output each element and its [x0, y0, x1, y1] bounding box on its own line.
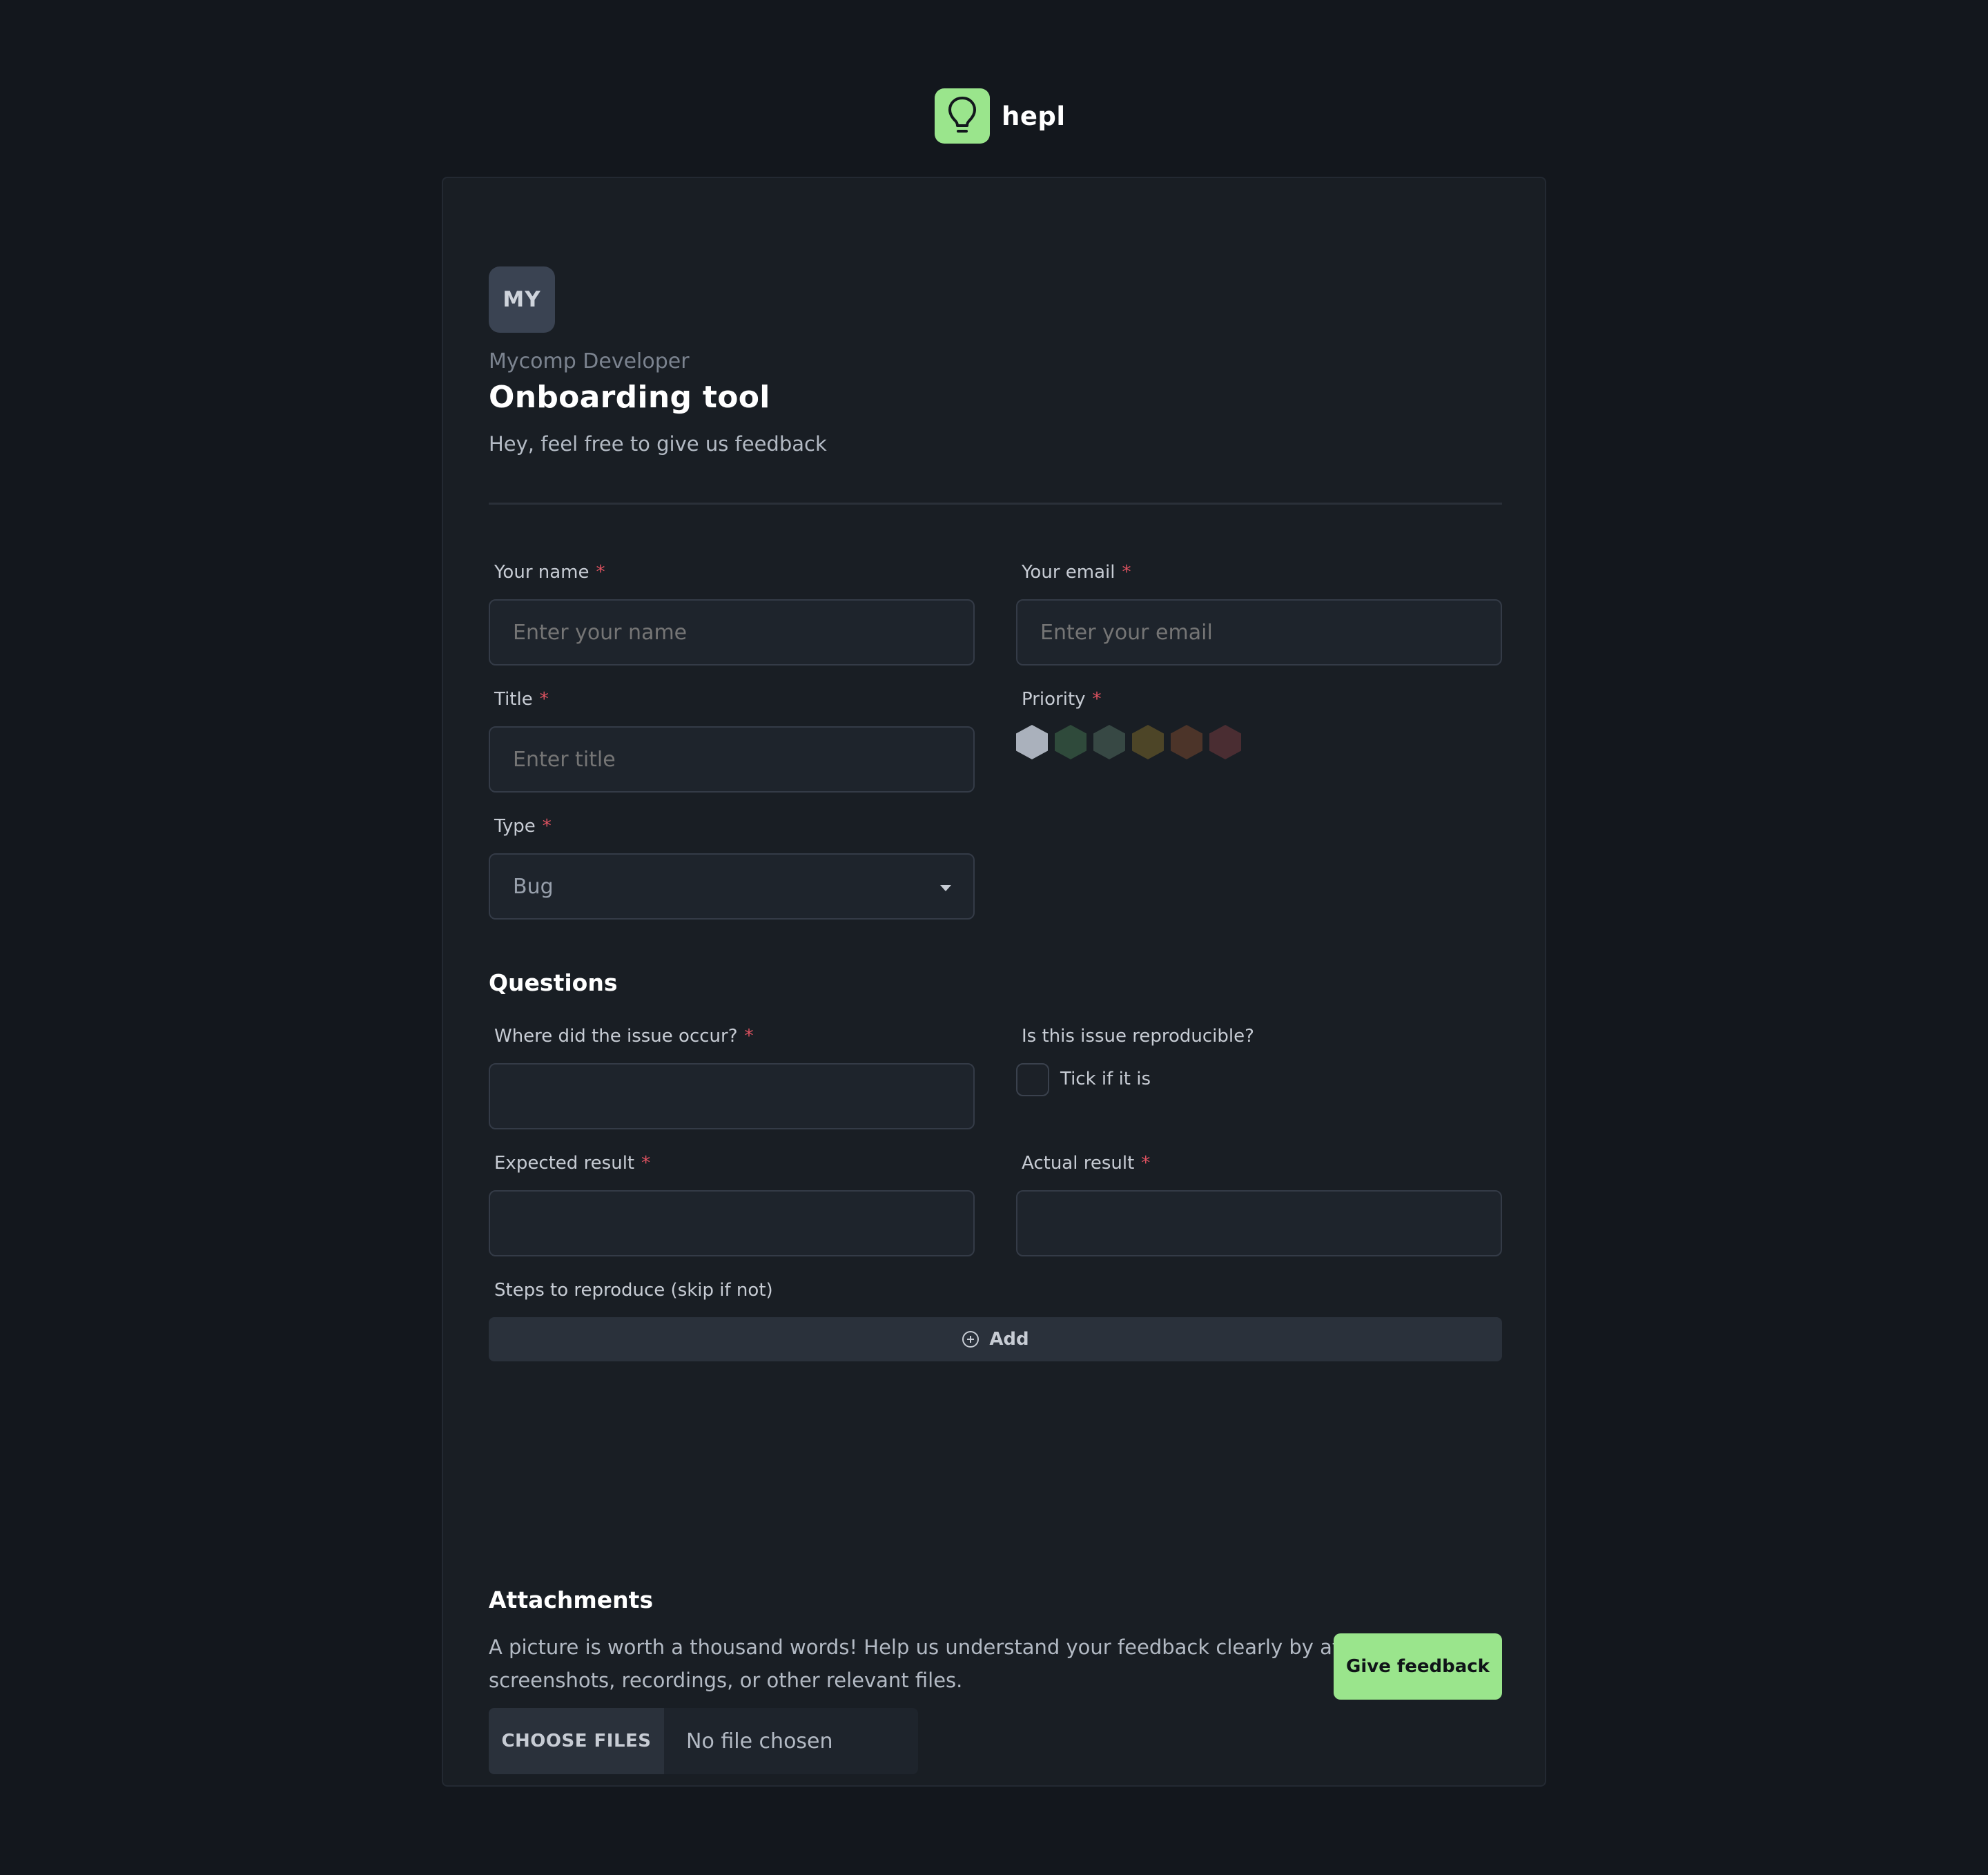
email-label: Your email *	[1022, 562, 1131, 583]
title-label: Title *	[494, 689, 549, 710]
priority-option-6[interactable]	[1209, 725, 1241, 759]
priority-option-2[interactable]	[1055, 725, 1086, 759]
header-divider	[489, 503, 1502, 505]
type-label: Type *	[494, 816, 552, 837]
actual-label: Actual result *	[1022, 1153, 1151, 1174]
file-status: No file chosen	[686, 1729, 833, 1753]
avatar: MY	[489, 266, 555, 333]
expected-label: Expected result *	[494, 1153, 651, 1174]
priority-option-5[interactable]	[1171, 725, 1202, 759]
priority-option-1[interactable]	[1016, 725, 1048, 759]
page-subtitle: Hey, feel free to give us feedback	[489, 432, 827, 456]
attachments-heading: Attachments	[489, 1586, 654, 1613]
where-input[interactable]	[489, 1063, 975, 1129]
organization-name: Mycomp Developer	[489, 349, 690, 373]
priority-option-4[interactable]	[1132, 725, 1164, 759]
name-input[interactable]	[489, 599, 975, 666]
priority-selector	[1016, 725, 1248, 759]
expected-input[interactable]	[489, 1190, 975, 1256]
page-title: Onboarding tool	[489, 380, 770, 415]
actual-input[interactable]	[1016, 1190, 1502, 1256]
priority-option-3[interactable]	[1093, 725, 1125, 759]
add-step-button[interactable]: Add	[489, 1317, 1502, 1361]
plus-circle-icon	[962, 1331, 980, 1348]
file-input[interactable]: CHOOSE FILES No file chosen	[489, 1708, 918, 1774]
reproducible-checkbox[interactable]	[1016, 1063, 1049, 1096]
choose-files-button[interactable]: CHOOSE FILES	[489, 1708, 664, 1774]
brand: hepl	[935, 88, 1066, 144]
type-select[interactable]: Bug	[489, 853, 975, 920]
give-feedback-button[interactable]: Give feedback	[1334, 1633, 1502, 1700]
chevron-down-icon	[940, 885, 951, 891]
questions-heading: Questions	[489, 969, 618, 996]
steps-label: Steps to reproduce (skip if not)	[494, 1280, 773, 1301]
reproducible-checkbox-label: Tick if it is	[1060, 1069, 1151, 1089]
title-input[interactable]	[489, 726, 975, 793]
where-label: Where did the issue occur? *	[494, 1026, 754, 1047]
priority-label: Priority *	[1022, 689, 1102, 710]
feedback-form-card: MY Mycomp Developer Onboarding tool Hey,…	[442, 177, 1546, 1787]
lightbulb-icon	[935, 88, 990, 144]
add-step-label: Add	[989, 1329, 1029, 1350]
type-select-value: Bug	[513, 874, 554, 899]
brand-name: hepl	[1002, 101, 1066, 131]
reproducible-label: Is this issue reproducible?	[1022, 1026, 1254, 1047]
email-input[interactable]	[1016, 599, 1502, 666]
name-label: Your name *	[494, 562, 605, 583]
